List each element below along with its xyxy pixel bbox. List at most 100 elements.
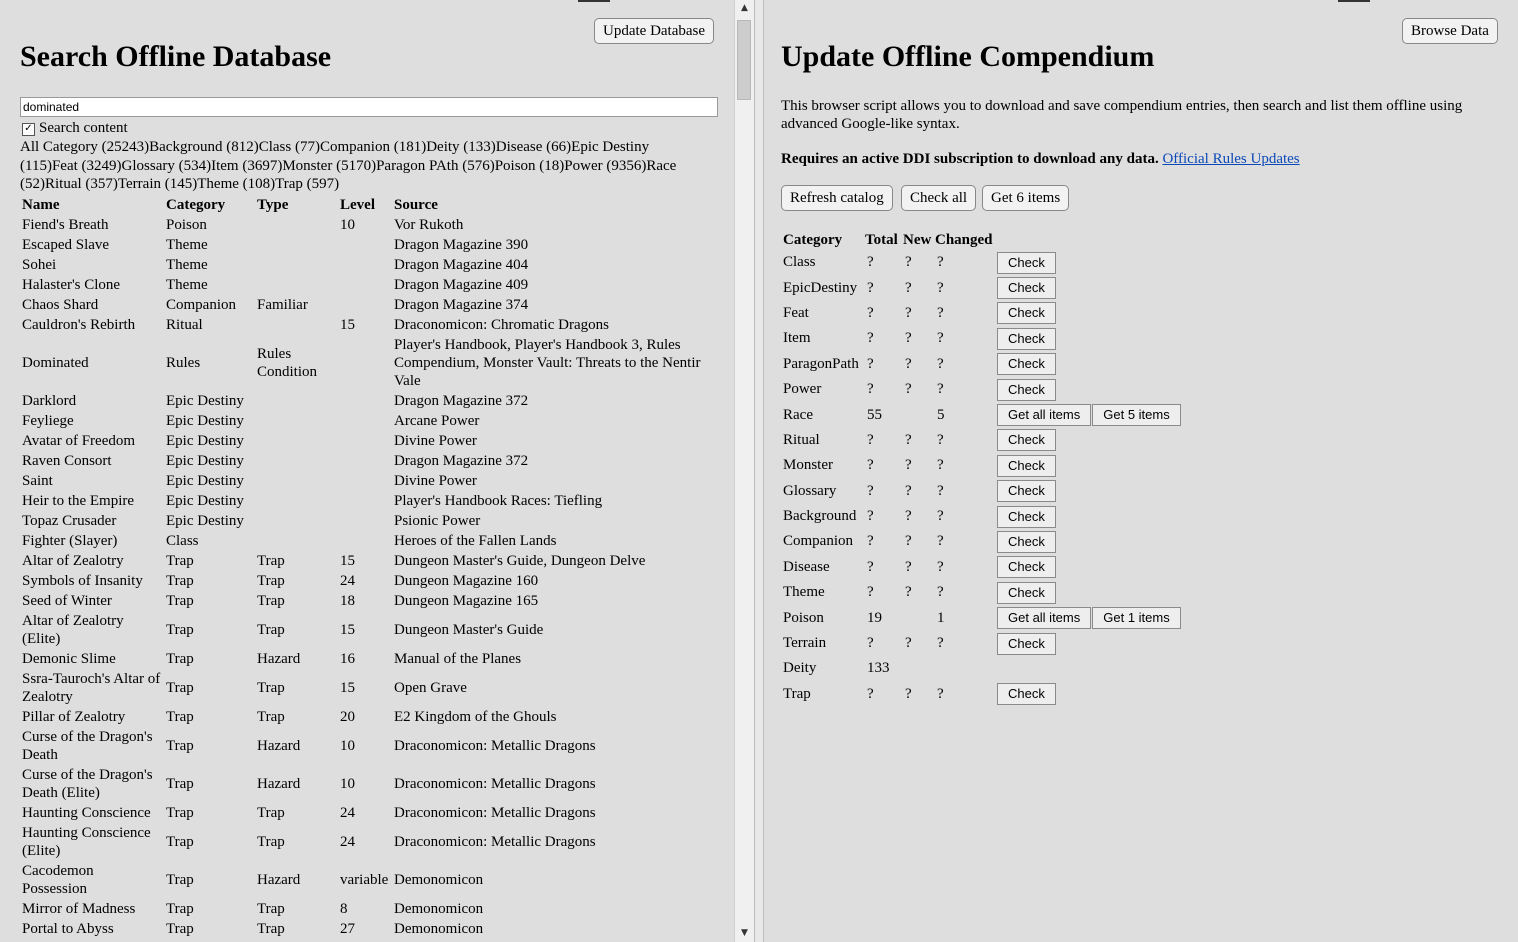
refresh-catalog-button[interactable]: Refresh catalog [781,185,893,211]
table-row[interactable]: Demonic Slime Trap Hazard 16 Manual of the P… [20,649,710,669]
check-button[interactable]: Check [997,556,1056,579]
table-row[interactable]: Raven Consort Epic Destiny Dragon Magazine… [20,451,710,471]
column-header[interactable]: Category [164,195,255,215]
compendium-row: Class??? Check [783,251,1182,274]
new-cell: ? [905,482,912,499]
column-header[interactable]: Level [338,195,392,215]
table-row[interactable]: Fiend's Breath Poison 10 Vor Rukoth [20,215,710,235]
search-input[interactable] [20,97,718,117]
check-button[interactable]: Check [997,683,1056,706]
table-cell: Vor Rukoth [394,217,464,233]
table-row[interactable]: Fighter (Slayer) Class Heroes of the Falle… [20,531,710,551]
table-row[interactable]: Portal to Abyss Trap Trap 27 Demonomicon [20,919,710,939]
table-row[interactable]: Heir to the Empire Epic Destiny Player's H… [20,491,710,511]
update-database-button[interactable]: Update Database [594,18,715,44]
check-button[interactable]: Check [997,454,1056,477]
category-filter[interactable]: Ritual (357) [45,176,118,192]
search-content-toggle[interactable]: ✓ Search content [22,120,128,137]
pane-divider[interactable] [754,0,764,942]
table-row[interactable]: Curse of the Dragon's Death Trap Hazard 10 D… [20,727,710,765]
actions-header [997,231,1182,249]
table-row[interactable]: Pillar of Zealotry Trap Trap 20 E2 Kingdom o… [20,707,710,727]
category-filter[interactable]: Theme (108) [197,176,275,192]
table-row[interactable]: Mirror of Madness Trap Trap 8 Demonomicon [20,899,710,919]
scroll-thumb[interactable] [737,20,751,100]
check-button[interactable]: Check [997,353,1056,376]
column-header[interactable]: Source [392,195,710,215]
new-cell: ? [905,685,912,702]
check-all-button[interactable]: Check all [901,185,977,211]
category-filter[interactable]: Feat (3249) [52,158,122,174]
check-button[interactable]: Check [997,378,1056,401]
category-filter[interactable]: Disease (66) [496,139,571,155]
table-row[interactable]: Topaz Crusader Epic Destiny Psionic Power [20,511,710,531]
get-all-items-button[interactable]: Get all items [997,404,1092,427]
category-filter[interactable]: Power (9356) [564,158,646,174]
category-filter[interactable]: Monster (5170) [282,158,376,174]
table-row[interactable]: Cacodemon Possession Trap Hazard variable De… [20,861,710,899]
total-cell: ? [867,482,874,499]
table-row[interactable]: Altar of Zealotry (Elite) Trap Trap 15 Dunge… [20,611,710,649]
check-button[interactable]: Check [997,581,1056,604]
column-header[interactable]: Name [20,195,164,215]
table-cell: Cauldron's Rebirth [22,317,136,333]
table-row[interactable]: Sohei Theme Dragon Magazine 404 [20,255,710,275]
check-button[interactable]: Check [997,505,1056,528]
get-items-button[interactable]: Get 6 items [982,185,1070,211]
table-row[interactable]: Halaster's Clone Theme Dragon Magazine 409 [20,275,710,295]
category-filter[interactable]: Item (3697) [211,158,282,174]
table-cell: Demonomicon [394,872,484,888]
table-row[interactable]: Symbols of Insanity Trap Trap 24 Dungeon Mag… [20,571,710,591]
table-row[interactable]: Seed of Winter Trap Trap 18 Dungeon Magazine… [20,591,710,611]
get-changed-items-button[interactable]: Get 5 items [1092,404,1181,427]
table-cell: Fiend's Breath [22,217,109,233]
category-filter[interactable]: Poison (18) [495,158,565,174]
category-filter[interactable]: Class (77) [259,139,320,155]
table-cell: Demonic Slime [22,651,116,667]
category-filter[interactable]: Trap (597) [275,176,339,192]
table-row[interactable]: Chaos Shard Companion Familiar Dragon Magaz… [20,295,710,315]
table-row[interactable]: Saint Epic Destiny Divine Power [20,471,710,491]
column-header[interactable]: Type [255,195,338,215]
table-row[interactable]: Haunting Conscience (Elite) Trap Trap 24 Dra… [20,823,710,861]
check-button[interactable]: Check [997,327,1056,350]
category-filter[interactable]: Paragon PAth (576) [376,158,495,174]
category-filter[interactable]: Background (812) [149,139,259,155]
category-filter[interactable]: Companion (181) [320,139,426,155]
scroll-up-arrow-icon[interactable]: ▲ [735,0,754,17]
check-button[interactable]: Check [997,429,1056,452]
official-rules-link[interactable]: Official Rules Updates [1162,151,1299,167]
table-cell: Trap [257,553,285,569]
table-row[interactable]: Avatar of Freedom Epic Destiny Divine Powe… [20,431,710,451]
table-row[interactable]: Ssra-Tauroch's Altar of Zealotry Trap Trap… [20,669,710,707]
check-button[interactable]: Check [997,277,1056,300]
table-cell: Trap [257,593,285,609]
check-button[interactable]: Check [997,530,1056,553]
table-row[interactable]: Darklord Epic Destiny Dragon Magazine 372 [20,391,710,411]
check-button[interactable]: Check [997,480,1056,503]
check-button[interactable]: Check [997,632,1056,655]
table-cell: Trap [257,680,285,696]
get-changed-items-button[interactable]: Get 1 items [1092,607,1181,630]
table-row[interactable]: Altar of Zealotry Trap Trap 15 Dungeon Maste… [20,551,710,571]
category-filter[interactable]: Deity (133) [426,139,496,155]
get-all-items-button[interactable]: Get all items [997,607,1092,630]
scroll-down-arrow-icon[interactable]: ▼ [735,925,754,942]
table-row[interactable]: Escaped Slave Theme Dragon Magazine 390 [20,235,710,255]
table-row[interactable]: Curse of the Dragon's Death (Elite) Trap H… [20,765,710,803]
table-row[interactable]: Haunting Conscience Trap Trap 24 Draconomico… [20,803,710,823]
search-content-checkbox[interactable]: ✓ [22,123,35,136]
browse-data-button[interactable]: Browse Data [1402,18,1498,44]
table-row[interactable]: Cauldron's Rebirth Ritual 15 Draconomicon: … [20,315,710,335]
table-cell: Haunting Conscience [22,805,151,821]
check-button[interactable]: Check [997,251,1056,274]
category-filter[interactable]: All Category (25243) [20,139,149,155]
scrollbar[interactable]: ▲ ▼ [734,0,754,942]
changed-cell: ? [937,279,944,296]
check-button[interactable]: Check [997,302,1056,325]
table-row[interactable]: Dominated Rules Rules Condition Player's Ha… [20,335,710,391]
category-filter[interactable]: Glossary (534) [122,158,212,174]
table-row[interactable]: Feyliege Epic Destiny Arcane Power [20,411,710,431]
table-cell: Poison [166,217,207,233]
category-filter[interactable]: Terrain (145) [118,176,197,192]
